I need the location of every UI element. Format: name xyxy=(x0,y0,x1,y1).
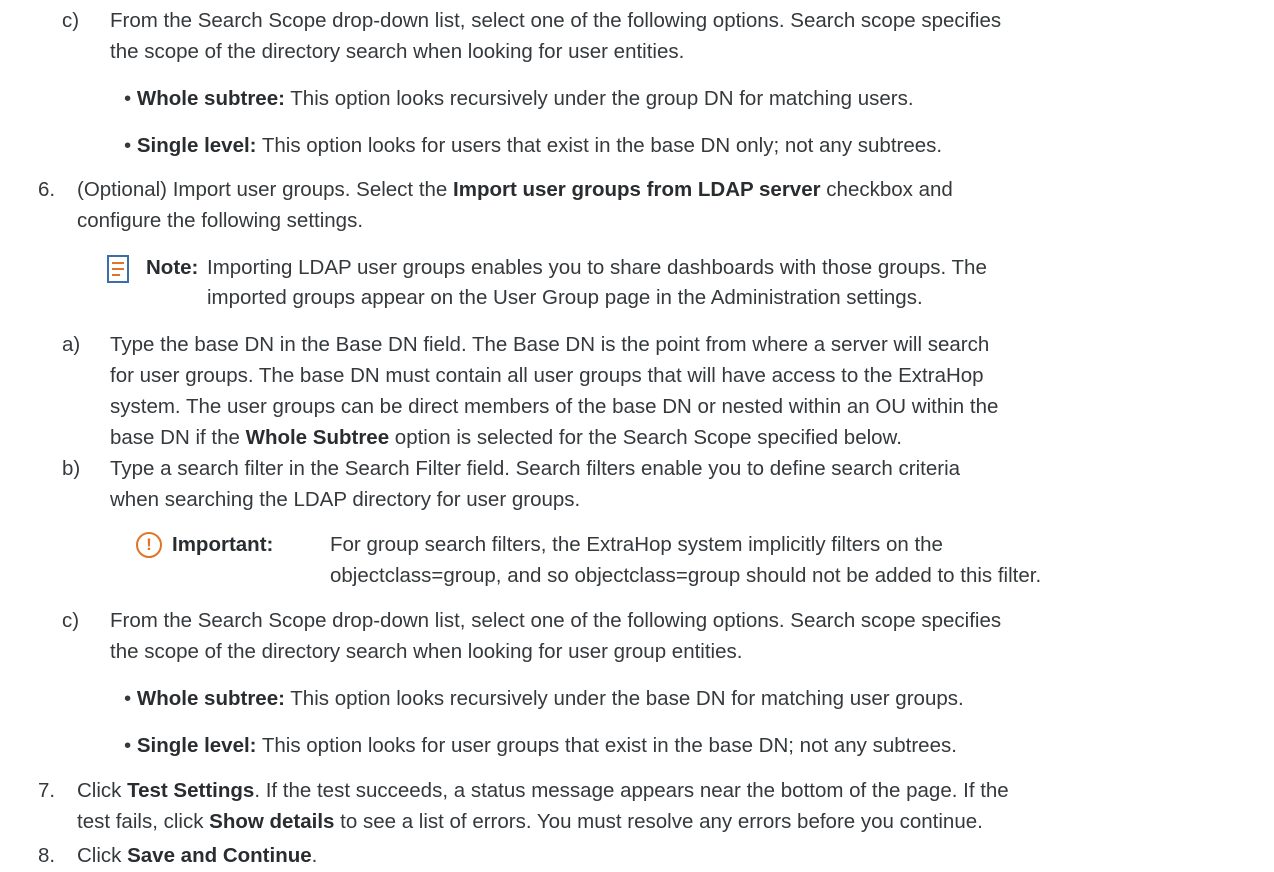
text-run: . xyxy=(311,844,318,867)
bold-run: Test Settings xyxy=(127,779,255,802)
step-text-line: test fails, click Show details to see a … xyxy=(77,807,983,837)
substep-text-line: Type a search filter in the Search Filte… xyxy=(110,457,961,480)
substep-text-line: system. The user groups can be direct me… xyxy=(110,395,999,418)
substep-label: a) xyxy=(62,333,81,356)
document-page: c) From the Search Scope drop-down list,… xyxy=(0,0,1274,872)
substep-text-line: From the Search Scope drop-down list, se… xyxy=(110,609,1002,632)
bold-run: Import user groups from LDAP server xyxy=(453,178,821,201)
important-label: Important: xyxy=(172,533,274,556)
text-run: checkbox and xyxy=(820,178,953,201)
substep-text-line: the scope of the directory search when l… xyxy=(110,640,743,663)
bullet-term: Whole subtree: xyxy=(136,687,285,710)
step-number: 8. xyxy=(38,844,56,867)
bullet-text: This option looks recursively under the … xyxy=(284,687,964,710)
text-run: Click xyxy=(77,844,128,867)
important-text-line: objectclass=group, and so objectclass=gr… xyxy=(330,564,1042,587)
text-run: to see a list of errors. You must resolv… xyxy=(334,810,983,833)
bullet-item: • Single level: This option looks for us… xyxy=(124,134,943,157)
substep-text-line: when searching the LDAP directory for us… xyxy=(110,488,581,511)
substep-text-line: Type the base DN in the Base DN field. T… xyxy=(110,333,990,356)
step-text-line: Click Save and Continue. xyxy=(77,841,317,871)
step-text-line: configure the following settings. xyxy=(77,209,364,232)
text-run: base DN if the xyxy=(110,426,246,449)
important-icon: ! xyxy=(136,532,162,558)
step-text-line: (Optional) Import user groups. Select th… xyxy=(77,175,953,205)
text-run: test fails, click xyxy=(77,810,210,833)
note-text-line: imported groups appear on the User Group… xyxy=(207,286,923,309)
step-text-line: Click Test Settings. If the test succeed… xyxy=(77,776,1009,806)
step-number: 7. xyxy=(38,779,56,802)
substep-label: c) xyxy=(62,609,80,632)
bullet-text: This option looks for user groups that e… xyxy=(256,734,957,757)
bold-run: Show details xyxy=(209,810,335,833)
bullet-text: This option looks for users that exist i… xyxy=(256,134,943,157)
bullet-item: • Whole subtree: This option looks recur… xyxy=(124,687,964,710)
bullet-term: Single level: xyxy=(136,734,257,757)
note-icon xyxy=(107,255,129,283)
step-number: 6. xyxy=(38,178,56,201)
bold-run: Save and Continue xyxy=(127,844,312,867)
note-text-line: Importing LDAP user groups enables you t… xyxy=(207,256,987,279)
text-run: . If the test succeeds, a status message… xyxy=(254,779,1009,802)
substep-text-line: From the Search Scope drop-down list, se… xyxy=(110,9,1002,32)
bold-run: Whole Subtree xyxy=(245,426,390,449)
substep-text-line: base DN if the Whole Subtree option is s… xyxy=(110,423,902,453)
bullet-item: • Single level: This option looks for us… xyxy=(124,734,957,757)
important-text-line: For group search filters, the ExtraHop s… xyxy=(330,533,943,556)
substep-text-line: for user groups. The base DN must contai… xyxy=(110,364,984,387)
bullet-text: This option looks recursively under the … xyxy=(284,87,914,110)
note-label: Note: xyxy=(146,256,199,279)
bullet-term: Single level: xyxy=(136,134,257,157)
substep-text-line: the scope of the directory search when l… xyxy=(110,40,685,63)
substep-label: c) xyxy=(62,9,80,32)
text-run: option is selected for the Search Scope … xyxy=(389,426,902,449)
substep-label: b) xyxy=(62,457,81,480)
text-run: (Optional) Import user groups. Select th… xyxy=(77,178,454,201)
bullet-term: Whole subtree: xyxy=(136,87,285,110)
bullet-item: • Whole subtree: This option looks recur… xyxy=(124,87,914,110)
text-run: Click xyxy=(77,779,128,802)
